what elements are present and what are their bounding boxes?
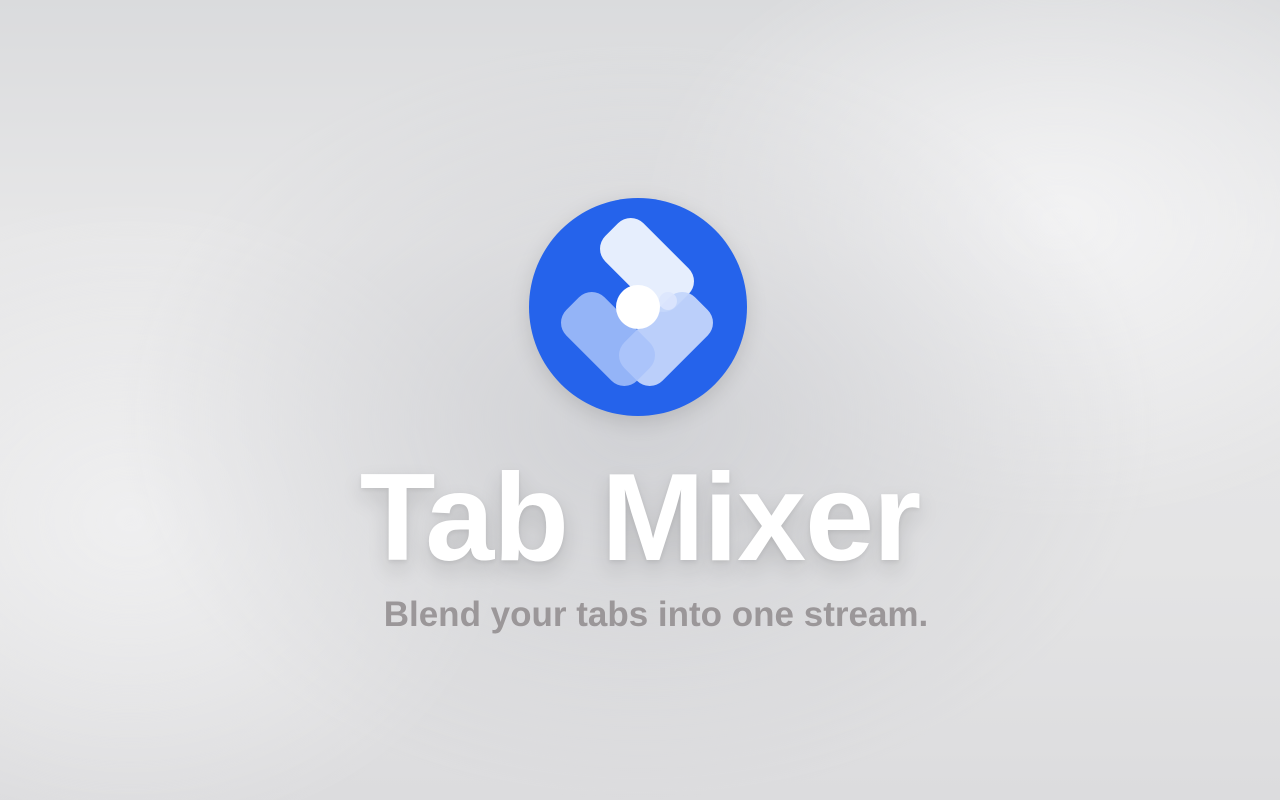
app-tagline: Blend your tabs into one stream. (383, 595, 929, 634)
app-title: Tab Mixer (359, 449, 922, 587)
splash-screen: Tab Mixer Blend your tabs into one strea… (0, 0, 1280, 800)
tab-mixer-logo-icon (529, 198, 747, 416)
